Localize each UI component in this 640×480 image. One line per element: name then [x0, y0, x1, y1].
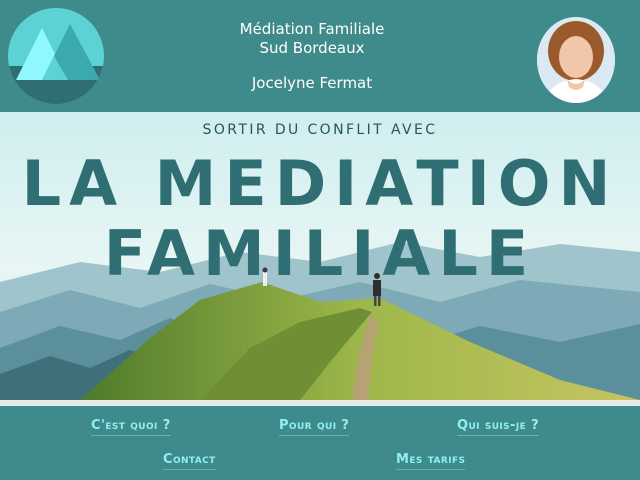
- site-title-block: Médiation Familiale Sud Bordeaux Jocelyn…: [212, 20, 412, 93]
- hero-headline-line2: FAMILIALE: [103, 217, 537, 290]
- portrait-photo: [537, 17, 615, 103]
- mediator-name: Jocelyne Fermat: [251, 74, 373, 92]
- site-header: Médiation Familiale Sud Bordeaux Jocelyn…: [0, 0, 640, 112]
- nav-link-cest-quoi[interactable]: C'est quoi ?: [91, 418, 171, 436]
- main-navigation: C'est quoi ? Pour qui ? Qui suis-je ? Co…: [0, 406, 640, 480]
- hero-kicker: SORTIR DU CONFLIT AVEC: [202, 122, 438, 138]
- nav-link-qui-suis-je[interactable]: Qui suis-je ?: [457, 418, 540, 436]
- nav-link-contact[interactable]: Contact: [163, 452, 216, 470]
- hero-headline-line1: LA MEDIATION: [21, 147, 619, 220]
- hero-banner: SORTIR DU CONFLIT AVEC LA MEDIATION FAMI…: [0, 112, 640, 400]
- site-title-line2: Sud Bordeaux: [259, 39, 365, 57]
- mountain-logo-icon[interactable]: [8, 8, 104, 104]
- nav-link-pour-qui[interactable]: Pour qui ?: [279, 418, 350, 436]
- site-title-line1: Médiation Familiale: [239, 20, 385, 38]
- nav-link-mes-tarifs[interactable]: Mes tarifs: [396, 452, 466, 470]
